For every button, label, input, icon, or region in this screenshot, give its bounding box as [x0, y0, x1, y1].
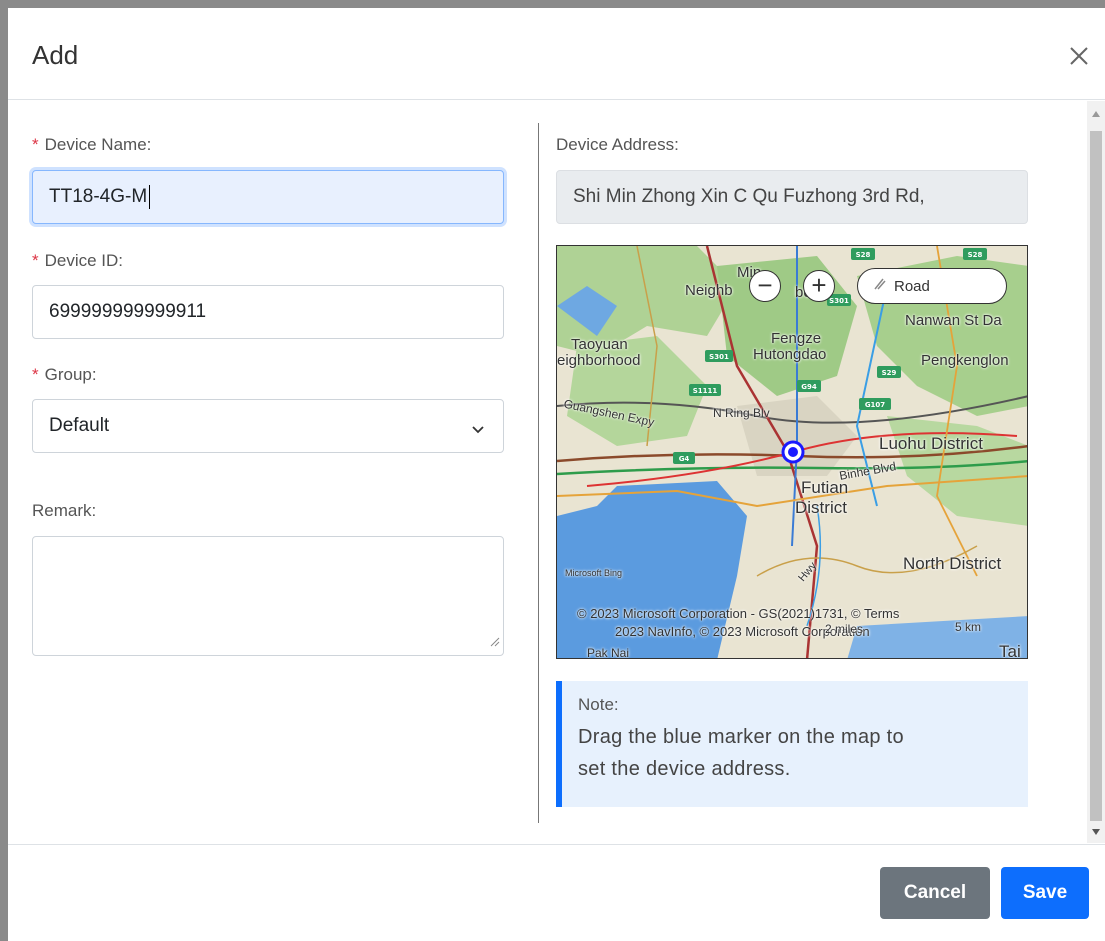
map-attribution: © 2023 Microsoft Corporation - GS(2021)1…	[577, 606, 900, 621]
modal-body: * Device Name: TT18-4G-M * Device ID: 6999…	[8, 101, 1105, 843]
device-address-value: Shi Min Zhong Xin C Qu Fuzhong 3rd Rd,	[573, 186, 925, 207]
road-shield: S1111	[693, 387, 718, 395]
note-text: Drag the blue marker on the map to	[578, 726, 904, 748]
device-id-label-text: Device ID:	[44, 251, 124, 270]
close-icon[interactable]	[1067, 44, 1091, 68]
text-caret	[149, 185, 151, 209]
device-id-input[interactable]: 699999999999911	[32, 285, 504, 339]
device-name-label: * Device Name:	[32, 135, 151, 155]
map-scale-km: 5 km	[955, 620, 982, 634]
group-label: * Group:	[32, 365, 97, 385]
scroll-thumb[interactable]	[1090, 131, 1102, 821]
note-text: set the device address.	[578, 758, 791, 780]
group-selected-value: Default	[49, 415, 110, 436]
required-mark: *	[32, 365, 39, 384]
required-mark: *	[32, 251, 39, 270]
road-icon	[872, 277, 886, 295]
scrollbar[interactable]	[1087, 101, 1105, 843]
location-marker-icon[interactable]	[781, 440, 805, 464]
device-id-label: * Device ID:	[32, 251, 123, 271]
remark-label: Remark:	[32, 501, 97, 520]
scroll-down-icon[interactable]	[1092, 829, 1100, 835]
map-style-button[interactable]: Road	[857, 268, 1007, 304]
device-name-input[interactable]: TT18-4G-M	[32, 170, 504, 224]
road-shield: G94	[801, 383, 817, 391]
remark-textarea[interactable]	[32, 536, 504, 656]
road-shield: S28	[856, 251, 871, 259]
required-mark: *	[32, 135, 39, 154]
map-scale-miles: 2 miles	[825, 622, 864, 636]
scroll-up-icon[interactable]	[1092, 111, 1100, 117]
add-device-modal: Add * Device Name: TT18-4G-M * Device ID: …	[8, 8, 1105, 941]
device-id-value: 699999999999911	[49, 301, 207, 322]
map-style-label: Road	[894, 277, 930, 295]
cancel-button[interactable]: Cancel	[880, 867, 990, 919]
road-shield: G4	[679, 455, 690, 463]
road-shield: S301	[829, 297, 849, 305]
column-divider	[538, 123, 539, 823]
resize-grip-icon[interactable]	[488, 634, 500, 652]
road-shield: S301	[709, 353, 729, 361]
note-box: Note: Drag the blue marker on the map to…	[556, 681, 1028, 807]
note-title: Note:	[578, 695, 619, 714]
modal-footer: Cancel Save	[8, 844, 1105, 941]
modal-header: Add	[8, 8, 1105, 100]
chevron-down-icon	[471, 420, 485, 442]
road-shield: S28	[968, 251, 983, 259]
device-name-label-text: Device Name:	[44, 135, 152, 154]
group-label-text: Group:	[44, 365, 97, 384]
device-address-input[interactable]: Shi Min Zhong Xin C Qu Fuzhong 3rd Rd,	[556, 170, 1028, 224]
road-shield: G107	[865, 401, 885, 409]
zoom-out-button[interactable]: −	[749, 270, 781, 302]
device-address-label: Device Address:	[556, 135, 679, 154]
road-shield: S29	[882, 369, 897, 377]
save-button[interactable]: Save	[1001, 867, 1089, 919]
group-select[interactable]: Default	[32, 399, 504, 453]
map[interactable]: Min Neighb bo Nanwan St Da Taoyuan eighb…	[556, 245, 1028, 659]
zoom-in-button[interactable]: +	[803, 270, 835, 302]
device-name-value: TT18-4G-M	[49, 186, 148, 207]
modal-title: Add	[32, 40, 79, 70]
